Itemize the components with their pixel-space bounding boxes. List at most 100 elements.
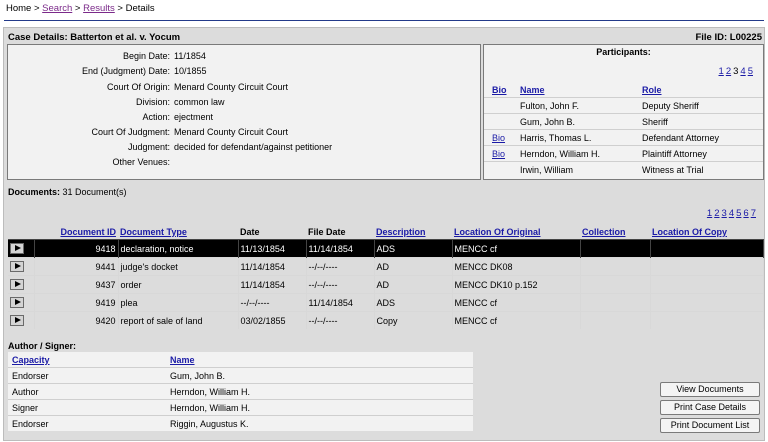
field-division: Division: common law: [8, 95, 478, 110]
current-page: 3: [733, 66, 739, 77]
table-row[interactable]: 9441 judge's docket 11/14/1854 --/--/---…: [8, 257, 764, 276]
table-row: Signer Herndon, William H.: [8, 399, 473, 416]
bio-column-header[interactable]: Bio: [492, 85, 507, 95]
document-date: 11/14/1854: [238, 257, 307, 276]
view-documents-button[interactable]: View Documents: [660, 382, 760, 397]
document-copy-location: [650, 257, 764, 276]
bio-link[interactable]: Bio: [492, 133, 505, 143]
field-label: End (Judgment) Date:: [81, 66, 170, 76]
document-type: report of sale of land: [118, 311, 239, 329]
print-document-list-button[interactable]: Print Document List: [660, 418, 760, 433]
page-link[interactable]: 2: [726, 66, 731, 77]
bio-link[interactable]: Bio: [492, 149, 505, 159]
author-signer-table: Capacity Name Endorser Gum, John B. Autho…: [8, 352, 473, 431]
table-row: Endorser Gum, John B.: [8, 367, 473, 384]
document-type: order: [118, 275, 239, 294]
participant-role: Sheriff: [634, 113, 763, 130]
signer-name: Herndon, William H.: [166, 399, 473, 416]
document-collection: [580, 257, 651, 276]
table-row: Bio Herndon, William H. Plaintiff Attorney: [484, 145, 763, 162]
participant-name: Irwin, William: [512, 161, 634, 177]
field-label: Division:: [135, 97, 170, 107]
page-link[interactable]: 1: [719, 66, 724, 77]
table-row: Endorser Riggin, Augustus K.: [8, 415, 473, 431]
page-link[interactable]: 7: [751, 208, 756, 219]
view-document-icon[interactable]: [10, 279, 24, 291]
document-file-date: 11/14/1854: [306, 239, 375, 258]
participant-role: Witness at Trial: [634, 161, 763, 177]
document-collection: [580, 239, 651, 258]
field-label: Action:: [142, 112, 170, 122]
documents-count: 31 Document(s): [62, 187, 127, 197]
view-document-icon[interactable]: [10, 243, 24, 255]
document-type: judge's docket: [118, 257, 239, 276]
document-location: MENCC DK10 p.152: [452, 275, 581, 294]
document-description: ADS: [374, 239, 453, 258]
document-description: Copy: [374, 311, 453, 329]
breadcrumb-separator: >: [114, 3, 126, 14]
table-row-selected[interactable]: 9418 declaration, notice 11/13/1854 11/1…: [8, 239, 764, 258]
page-link[interactable]: 4: [740, 66, 745, 77]
signer-name: Herndon, William H.: [166, 383, 473, 400]
field-label: Court Of Judgment:: [91, 127, 170, 137]
document-location: MENCC cf: [452, 311, 581, 329]
field-label: Begin Date:: [122, 51, 170, 61]
view-document-icon[interactable]: [10, 315, 24, 327]
file-id: File ID: L00225: [695, 32, 762, 43]
documents-heading: Documents: 31 Document(s): [8, 187, 127, 197]
name-column-header[interactable]: Name: [520, 85, 545, 95]
field-value: Menard County Circuit Court: [174, 127, 289, 137]
table-row[interactable]: 9419 plea --/--/---- 11/14/1854 ADS MENC…: [8, 293, 764, 312]
breadcrumb-search-link[interactable]: Search: [42, 3, 72, 14]
field-court-of-origin: Court Of Origin: Menard County Circuit Co…: [8, 80, 478, 95]
view-document-icon[interactable]: [10, 297, 24, 309]
role-column-header[interactable]: Role: [642, 85, 662, 95]
table-row[interactable]: 9420 report of sale of land 03/02/1855 -…: [8, 311, 764, 329]
field-value: ejectment: [174, 112, 214, 122]
field-value: 11/1854: [174, 51, 206, 61]
participants-table: Bio Name Role Fulton, John F. Deputy Sher…: [484, 82, 763, 177]
field-value: decided for defendant/against petitioner: [174, 142, 333, 152]
location-of-copy-column-header[interactable]: Location Of Copy: [652, 227, 727, 237]
participant-name: Fulton, John F.: [512, 97, 634, 114]
print-case-details-button[interactable]: Print Case Details: [660, 400, 760, 415]
document-description: AD: [374, 257, 453, 276]
location-column-header[interactable]: Location Of Original: [454, 227, 541, 237]
name-column-header[interactable]: Name: [170, 355, 195, 365]
document-id-column-header[interactable]: Document ID: [60, 227, 116, 237]
document-type: declaration, notice: [118, 239, 239, 258]
collection-column-header[interactable]: Collection: [582, 227, 626, 237]
document-file-date: --/--/----: [306, 257, 375, 276]
participant-name: Harris, Thomas L.: [512, 129, 634, 146]
field-label: Court Of Origin:: [106, 82, 170, 92]
signer-capacity: Endorser: [8, 415, 166, 431]
document-location: MENCC cf: [452, 293, 581, 312]
documents-table: Document ID Document Type Date File Date…: [8, 224, 764, 329]
capacity-column-header[interactable]: Capacity: [12, 355, 50, 365]
table-row: Bio Harris, Thomas L. Defendant Attorney: [484, 129, 763, 146]
document-id: 9419: [34, 293, 119, 312]
view-document-icon[interactable]: [10, 261, 24, 273]
field-label: Judgment:: [127, 142, 170, 152]
page-link[interactable]: 1: [707, 208, 712, 219]
page-link[interactable]: 4: [729, 208, 734, 219]
page-link[interactable]: 5: [748, 66, 753, 77]
page-link[interactable]: 2: [714, 208, 719, 219]
page-link[interactable]: 6: [743, 208, 748, 219]
page-link[interactable]: 5: [736, 208, 741, 219]
page-link[interactable]: 3: [722, 208, 727, 219]
document-collection: [580, 275, 651, 294]
field-other-venues: Other Venues:: [8, 155, 478, 170]
signer-name: Riggin, Augustus K.: [166, 415, 473, 431]
document-copy-location: [650, 311, 764, 329]
breadcrumb-home[interactable]: Home: [6, 3, 31, 14]
document-description: AD: [374, 275, 453, 294]
field-end-date: End (Judgment) Date: 10/1855: [8, 64, 478, 79]
description-column-header[interactable]: Description: [376, 227, 426, 237]
breadcrumb: Home > Search > Results > Details: [6, 3, 155, 14]
breadcrumb-results-link[interactable]: Results: [83, 3, 115, 14]
participants-pager: 12345: [717, 66, 753, 77]
table-row[interactable]: 9437 order 11/14/1854 --/--/---- AD MENC…: [8, 275, 764, 294]
document-type-column-header[interactable]: Document Type: [120, 227, 187, 237]
document-copy-location: [650, 293, 764, 312]
